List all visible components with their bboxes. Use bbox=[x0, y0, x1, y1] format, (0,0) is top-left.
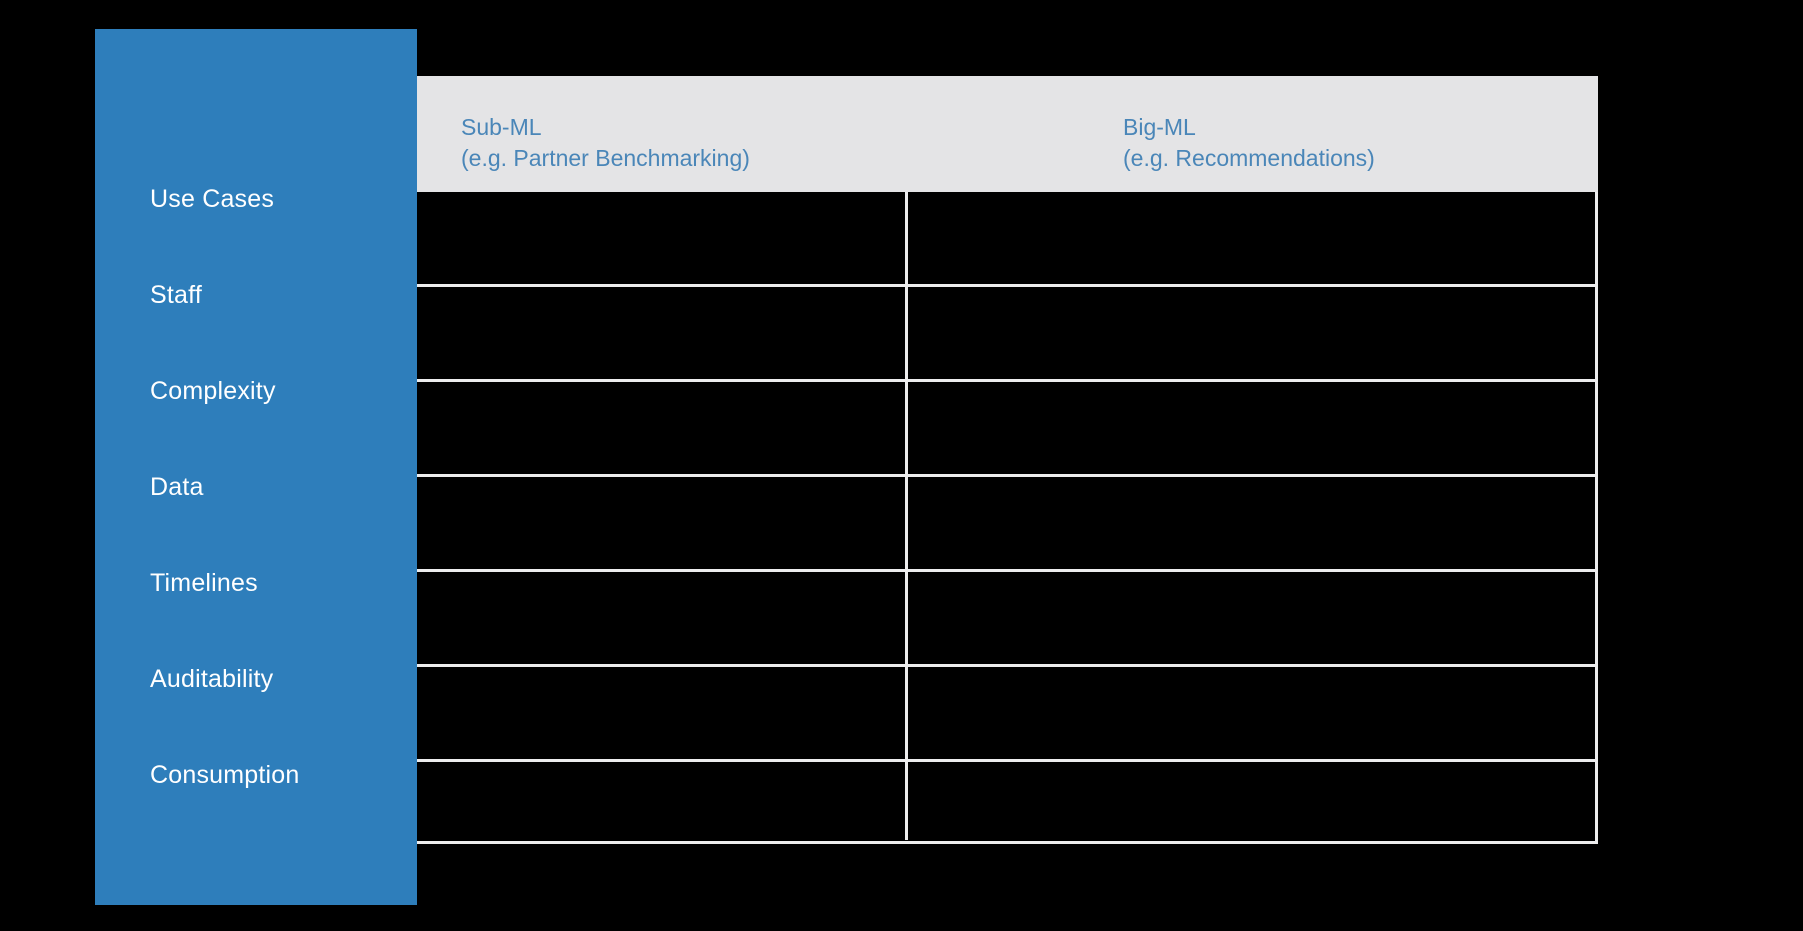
sidebar-item-label: Complexity bbox=[150, 376, 276, 405]
column-header-title: Big-ML bbox=[1123, 114, 1196, 140]
sidebar-item-consumption[interactable]: Consumption bbox=[95, 745, 417, 805]
table-row bbox=[417, 667, 1598, 759]
sidebar-item-label: Use Cases bbox=[150, 184, 275, 213]
sidebar-item-data[interactable]: Data bbox=[95, 457, 417, 517]
sidebar-item-complexity[interactable]: Complexity bbox=[95, 361, 417, 421]
column-header-subtitle: (e.g. Partner Benchmarking) bbox=[461, 145, 750, 171]
sidebar-item-label: Auditability bbox=[150, 664, 274, 693]
table-cell[interactable] bbox=[908, 667, 1598, 759]
table-row bbox=[417, 192, 1598, 284]
table-cell[interactable] bbox=[908, 287, 1598, 379]
sidebar-item-label: Data bbox=[150, 472, 204, 501]
sidebar-item-timelines[interactable]: Timelines bbox=[95, 553, 417, 613]
column-header-sub-ml: Sub-ML (e.g. Partner Benchmarking) bbox=[461, 112, 750, 174]
sidebar-item-use-cases[interactable]: Use Cases bbox=[95, 169, 417, 229]
column-header-subtitle: (e.g. Recommendations) bbox=[1123, 145, 1375, 171]
table-cell[interactable] bbox=[417, 382, 905, 474]
table-right-border bbox=[1595, 192, 1598, 844]
table-row bbox=[417, 477, 1598, 569]
table-cell[interactable] bbox=[908, 192, 1598, 284]
comparison-table bbox=[417, 192, 1598, 854]
slide-canvas: Use Cases Staff Complexity Data Timeline… bbox=[0, 0, 1803, 931]
table-cell[interactable] bbox=[417, 192, 905, 284]
table-row bbox=[417, 287, 1598, 379]
table-cell[interactable] bbox=[908, 477, 1598, 569]
table-row bbox=[417, 572, 1598, 664]
table-cell[interactable] bbox=[417, 572, 905, 664]
table-header-band: Sub-ML (e.g. Partner Benchmarking) Big-M… bbox=[417, 76, 1598, 192]
table-bottom-border bbox=[417, 841, 1598, 844]
table-cell[interactable] bbox=[908, 382, 1598, 474]
sidebar-item-auditability[interactable]: Auditability bbox=[95, 649, 417, 709]
table-row bbox=[417, 382, 1598, 474]
column-header-title: Sub-ML bbox=[461, 114, 542, 140]
column-divider bbox=[905, 192, 908, 840]
sidebar-item-label: Timelines bbox=[150, 568, 258, 597]
sidebar-item-staff[interactable]: Staff bbox=[95, 265, 417, 325]
category-sidebar: Use Cases Staff Complexity Data Timeline… bbox=[95, 29, 417, 905]
sidebar-item-label: Staff bbox=[150, 280, 202, 309]
table-cell[interactable] bbox=[908, 572, 1598, 664]
table-cell[interactable] bbox=[417, 477, 905, 569]
column-header-big-ml: Big-ML (e.g. Recommendations) bbox=[1123, 112, 1375, 174]
sidebar-item-label: Consumption bbox=[150, 760, 300, 789]
table-cell[interactable] bbox=[417, 287, 905, 379]
table-cell[interactable] bbox=[417, 667, 905, 759]
